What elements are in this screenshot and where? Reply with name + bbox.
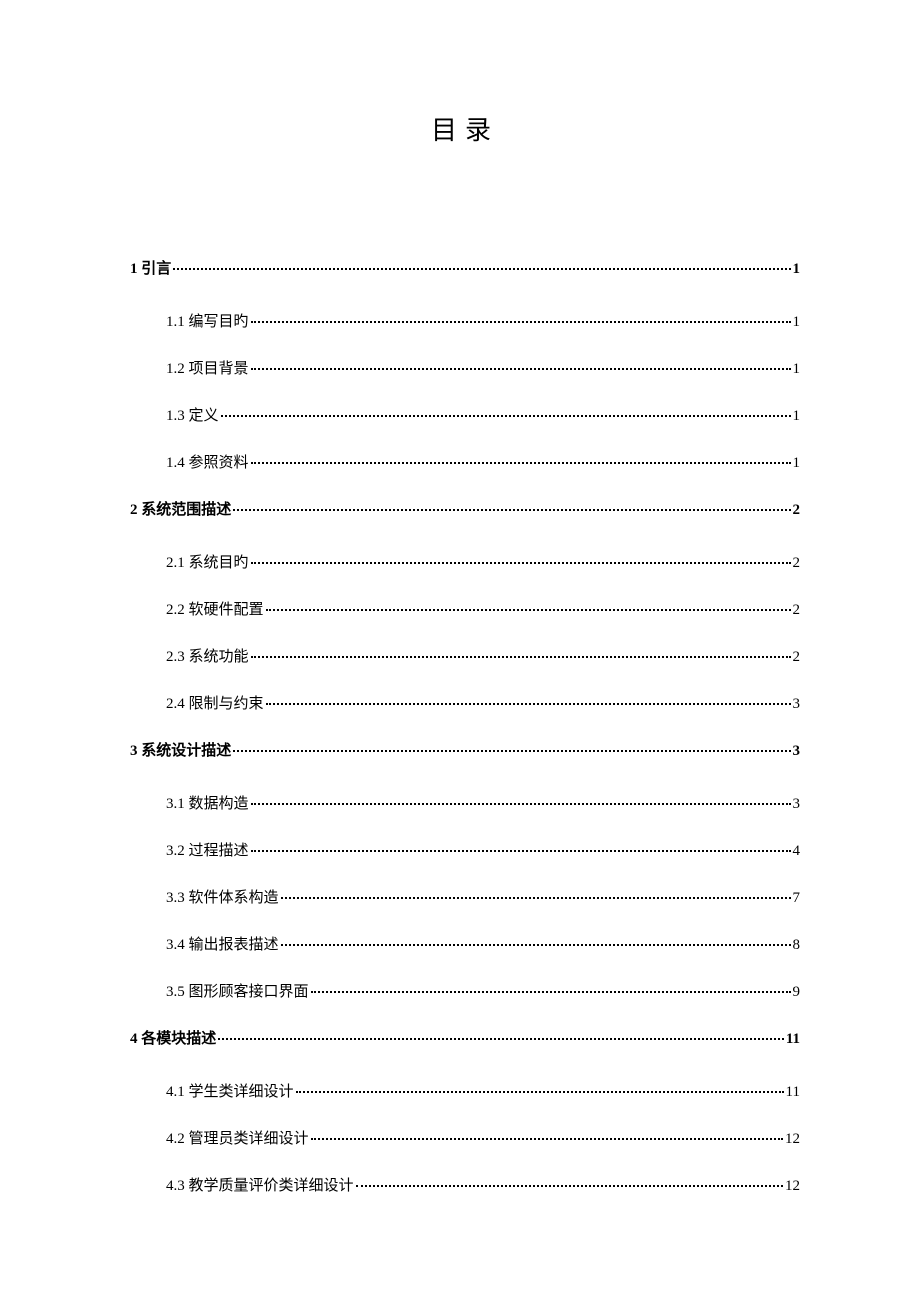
toc-entry: 2.2 软硬件配置 2 xyxy=(130,598,800,619)
toc-entry-label: 1.1 编写目旳 xyxy=(166,310,249,331)
toc-entry-label: 3.1 数据构造 xyxy=(166,792,249,813)
toc-entry-page: 12 xyxy=(785,1131,800,1148)
toc-entry: 1.1 编写目旳 1 xyxy=(130,310,800,331)
toc-leader-dots xyxy=(251,462,791,464)
toc-entry-label: 3.3 软件体系构造 xyxy=(166,886,279,907)
toc-leader-dots xyxy=(251,562,791,564)
toc-leader-dots xyxy=(311,991,791,993)
toc-leader-dots xyxy=(251,321,791,323)
toc-entry-label: 3.2 过程描述 xyxy=(166,839,249,860)
toc-leader-dots xyxy=(266,609,791,611)
toc-entry-page: 7 xyxy=(793,890,801,907)
toc-entry-page: 12 xyxy=(785,1178,800,1195)
toc-entry: 3.4 输出报表描述 8 xyxy=(130,933,800,954)
toc-leader-dots xyxy=(281,897,791,899)
toc-entry-page: 3 xyxy=(793,743,801,760)
toc-entry-page: 8 xyxy=(793,937,801,954)
toc-entry: 4 各模块描述 11 xyxy=(130,1027,800,1048)
toc-entry-label: 4.3 教学质量评价类详细设计 xyxy=(166,1174,354,1195)
toc-entry: 3.5 图形顾客接口界面 9 xyxy=(130,980,800,1001)
toc-entry-page: 3 xyxy=(793,696,801,713)
toc-entry-label: 4.2 管理员类详细设计 xyxy=(166,1127,309,1148)
toc-entry: 3.2 过程描述 4 xyxy=(130,839,800,860)
toc-entry: 3 系统设计描述 3 xyxy=(130,739,800,760)
toc-entry: 4.2 管理员类详细设计 12 xyxy=(130,1127,800,1148)
toc-leader-dots xyxy=(296,1091,784,1093)
toc-leader-dots xyxy=(356,1185,783,1187)
toc-leader-dots xyxy=(251,850,791,852)
toc-leader-dots xyxy=(251,656,791,658)
toc-entry-label: 2.1 系统目旳 xyxy=(166,551,249,572)
toc-title: 目录 xyxy=(130,110,800,147)
toc-entry-page: 2 xyxy=(793,555,801,572)
toc-entry-label: 2.3 系统功能 xyxy=(166,645,249,666)
toc-entry: 4.1 学生类详细设计 11 xyxy=(130,1080,800,1101)
toc-entry-label: 3.5 图形顾客接口界面 xyxy=(166,980,309,1001)
toc-entry-page: 1 xyxy=(793,261,801,278)
toc-leader-dots xyxy=(233,509,790,511)
toc-entry: 1.3 定义 1 xyxy=(130,404,800,425)
toc-leader-dots xyxy=(281,944,791,946)
toc-entry-label: 1 引言 xyxy=(130,257,171,278)
toc-entry-page: 1 xyxy=(793,314,801,331)
toc-entry-page: 1 xyxy=(793,408,801,425)
toc-leader-dots xyxy=(311,1138,783,1140)
toc-entry-label: 4.1 学生类详细设计 xyxy=(166,1080,294,1101)
toc-entry-page: 3 xyxy=(793,796,801,813)
toc-entry-page: 9 xyxy=(793,984,801,1001)
toc-leader-dots xyxy=(173,268,790,270)
toc-entry-label: 4 各模块描述 xyxy=(130,1027,216,1048)
toc-entry: 3.1 数据构造 3 xyxy=(130,792,800,813)
toc-entry: 2.3 系统功能 2 xyxy=(130,645,800,666)
toc-leader-dots xyxy=(233,750,790,752)
toc-entry-label: 1.3 定义 xyxy=(166,404,219,425)
toc-entry-page: 1 xyxy=(793,455,801,472)
toc-entry-label: 3 系统设计描述 xyxy=(130,739,231,760)
toc-entry: 4.3 教学质量评价类详细设计 12 xyxy=(130,1174,800,1195)
document-page: 目录 1 引言11.1 编写目旳11.2 项目背景11.3 定义11.4 参照资… xyxy=(0,0,920,1281)
toc-entry-label: 2 系统范围描述 xyxy=(130,498,231,519)
toc-leader-dots xyxy=(251,803,791,805)
toc-entry-page: 2 xyxy=(793,502,801,519)
toc-leader-dots xyxy=(221,415,791,417)
toc-entry-label: 2.4 限制与约束 xyxy=(166,692,264,713)
toc-entry-page: 11 xyxy=(786,1084,800,1101)
toc-entry-label: 3.4 输出报表描述 xyxy=(166,933,279,954)
toc-entry-label: 1.2 项目背景 xyxy=(166,357,249,378)
toc-leader-dots xyxy=(218,1038,784,1040)
toc-entry-page: 4 xyxy=(793,843,801,860)
toc-entry-label: 2.2 软硬件配置 xyxy=(166,598,264,619)
toc-entry-label: 1.4 参照资料 xyxy=(166,451,249,472)
toc-entry-page: 2 xyxy=(793,649,801,666)
toc-entry: 1.4 参照资料 1 xyxy=(130,451,800,472)
toc-leader-dots xyxy=(251,368,791,370)
toc-entry-page: 2 xyxy=(793,602,801,619)
toc-entry: 1.2 项目背景 1 xyxy=(130,357,800,378)
toc-entry: 1 引言 1 xyxy=(130,257,800,278)
toc-entry: 2.4 限制与约束 3 xyxy=(130,692,800,713)
table-of-contents: 1 引言11.1 编写目旳11.2 项目背景11.3 定义11.4 参照资料12… xyxy=(130,257,800,1195)
toc-entry-page: 11 xyxy=(786,1031,800,1048)
toc-leader-dots xyxy=(266,703,791,705)
toc-entry: 2.1 系统目旳 2 xyxy=(130,551,800,572)
toc-entry: 3.3 软件体系构造 7 xyxy=(130,886,800,907)
toc-entry-page: 1 xyxy=(793,361,801,378)
toc-entry: 2 系统范围描述 2 xyxy=(130,498,800,519)
